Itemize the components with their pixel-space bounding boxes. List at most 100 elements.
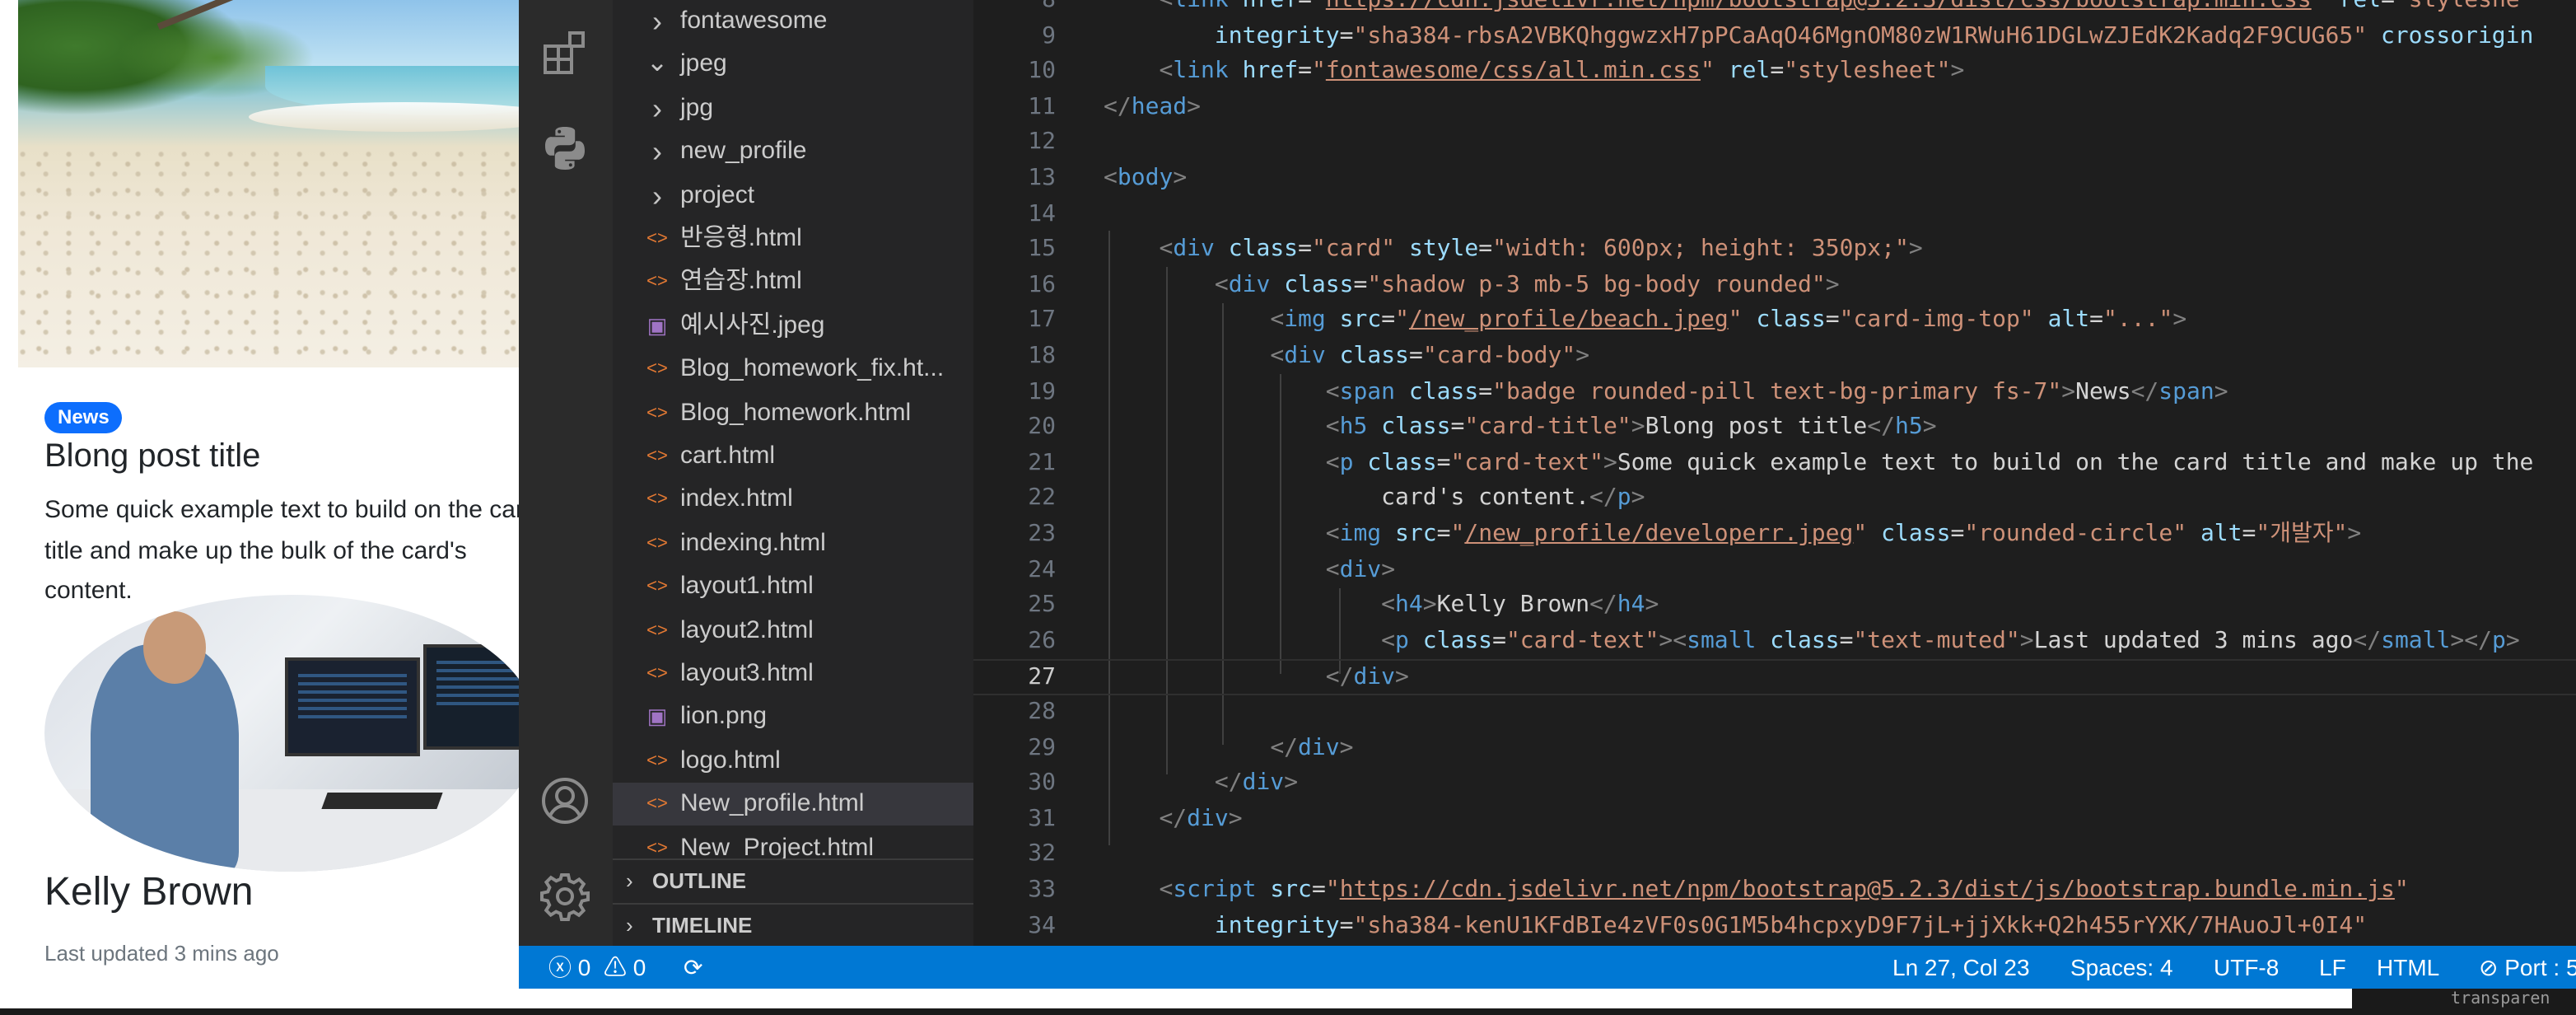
debug-icon[interactable]: ⟳ [684, 946, 702, 989]
line-number: 23 [1028, 521, 1056, 547]
line-number: 30 [1028, 769, 1056, 797]
line-number: 20 [1028, 414, 1056, 441]
html-file-icon: <> [646, 577, 668, 597]
file-item[interactable]: ⌄ jpeg [613, 44, 973, 87]
html-file-icon: <> [646, 794, 668, 815]
author-name: Kelly Brown [44, 870, 254, 914]
line-number: 28 [1028, 699, 1056, 725]
language-mode[interactable]: HTML [2377, 946, 2439, 989]
card-title: Blong post title [44, 438, 261, 475]
extensions-icon[interactable] [539, 26, 591, 79]
code-text: <p class="card-text"><small class="text-… [1381, 627, 2520, 654]
code-text: <div class="shadow p-3 mb-5 bg-body roun… [1214, 271, 1840, 298]
code-text: <span class="badge rounded-pill text-bg-… [1325, 378, 2228, 405]
line-number: 13 [1028, 165, 1056, 191]
python-icon[interactable] [539, 122, 591, 175]
line-number: 25 [1028, 592, 1056, 619]
code-text: </head> [1104, 93, 1202, 120]
file-label: project [680, 180, 755, 209]
code-text: card's content.</p> [1381, 484, 1645, 512]
timeline-section[interactable]: › TIMELINE [613, 903, 973, 947]
file-label: layout1.html [680, 572, 814, 601]
file-item[interactable]: › jpg [613, 87, 973, 130]
encoding-setting[interactable]: UTF-8 [2214, 946, 2279, 989]
code-line: 23 <img src="/new_profile/developerr.jpe… [973, 517, 2576, 553]
vscode-window: › fontawesome ⌄ jpeg › jpg › new_profile › projec… [519, 0, 2576, 989]
outline-section[interactable]: › OUTLINE [613, 858, 973, 903]
code-line: 33 <script src="https://cdn.jsdelivr.net… [973, 873, 2576, 909]
code-text: <div> [1325, 556, 1396, 583]
cursor-position[interactable]: Ln 27, Col 23 [1892, 946, 2030, 989]
code-text: </div> [1270, 734, 1354, 761]
chevron-right-icon: › [626, 913, 633, 938]
code-line: 26 <p class="card-text"><small class="te… [973, 624, 2576, 660]
chevron-right-icon: › [652, 91, 662, 125]
html-file-icon: <> [646, 620, 668, 641]
code-text: <link href="fontawesome/css/all.min.css"… [1159, 58, 1965, 85]
line-number: 22 [1028, 484, 1056, 512]
outline-label: OUTLINE [652, 868, 747, 893]
code-line: 9 integrity="sha384-rbsA2VBKQhggwzxH7pPC… [973, 19, 2576, 54]
port-label: Port : 5 [2504, 954, 2576, 980]
file-label: cart.html [680, 442, 776, 470]
file-item[interactable]: <> logo.html [613, 740, 973, 783]
code-line: 8 <link href="https://cdn.jsdelivr.net/n… [973, 0, 2576, 19]
code-text: <h5 class="card-title">Blong post title<… [1325, 414, 1937, 441]
problems-indicator[interactable]: ⓧ 0 ⚠ 0 [548, 946, 646, 989]
file-item[interactable]: <> layout1.html [613, 565, 973, 608]
warning-count: 0 [632, 954, 646, 980]
line-number: 15 [1028, 236, 1056, 263]
settings-gear-icon[interactable] [539, 870, 591, 923]
code-line: 25 <h4>Kelly Brown</h4> [973, 588, 2576, 624]
code-line: 16 <div class="shadow p-3 mb-5 bg-body r… [973, 269, 2576, 304]
eol-setting[interactable]: LF [2319, 946, 2346, 989]
live-server-port[interactable]: ⊘ Port : 5 [2479, 946, 2576, 989]
line-number: 32 [1028, 840, 1056, 868]
file-label: layout3.html [680, 659, 814, 687]
file-item[interactable]: <> layout3.html [613, 652, 973, 695]
line-number: 33 [1028, 877, 1056, 903]
html-file-icon: <> [646, 229, 668, 249]
code-line: 34 integrity="sha384-kenU1KFdBIe4zVF0s0G… [973, 909, 2576, 944]
file-item[interactable]: ▣ 예시사진.jpeg [613, 305, 973, 348]
file-label: index.html [680, 484, 793, 513]
file-label: 연습장.html [680, 267, 802, 296]
code-line: 19 <span class="badge rounded-pill text-… [973, 375, 2576, 410]
html-file-icon: <> [646, 403, 668, 423]
file-item[interactable]: › new_profile [613, 130, 973, 173]
code-line: 20 <h5 class="card-title">Blong post tit… [973, 410, 2576, 446]
file-item[interactable]: <> 연습장.html [613, 261, 973, 304]
file-item[interactable]: <> New_profile.html [613, 783, 973, 826]
code-text: <div class="card-body"> [1270, 343, 1590, 369]
code-line: 27 </div> [973, 659, 2576, 695]
file-label: indexing.html [680, 528, 826, 557]
file-item[interactable]: <> Blog_homework_fix.ht... [613, 348, 973, 391]
line-number: 26 [1028, 627, 1056, 654]
desktop-bar [0, 1008, 2576, 1015]
error-count: 0 [577, 954, 591, 980]
code-line: 24 <div> [973, 553, 2576, 588]
file-item[interactable]: › project [613, 174, 973, 217]
file-item[interactable]: <> index.html [613, 479, 973, 522]
indentation-setting[interactable]: Spaces: 4 [2070, 946, 2173, 989]
line-number: 10 [1028, 58, 1056, 85]
account-icon[interactable] [539, 774, 591, 827]
line-number: 14 [1028, 200, 1056, 227]
file-item[interactable]: <> indexing.html [613, 522, 973, 565]
html-file-icon: <> [646, 533, 668, 554]
file-item[interactable]: › fontawesome [613, 0, 973, 43]
code-line: 31 </div> [973, 802, 2576, 838]
file-item[interactable]: <> cart.html [613, 435, 973, 478]
file-item[interactable]: <> layout2.html [613, 609, 973, 652]
line-number: 8 [1042, 0, 1056, 13]
code-text: <div class="card" style="width: 600px; h… [1159, 236, 1923, 263]
code-line: 18 <div class="card-body"> [973, 339, 2576, 375]
code-editor[interactable]: 8 <link href="https://cdn.jsdelivr.net/n… [973, 0, 2576, 946]
file-item[interactable]: <> 반응형.html [613, 218, 973, 260]
file-item[interactable]: ▣ lion.png [613, 696, 973, 739]
browser-preview: News Blong post title Some quick example… [0, 0, 527, 1015]
beach-image [18, 0, 527, 367]
warning-icon: ⚠ [603, 954, 627, 980]
chevron-right-icon: › [652, 179, 662, 213]
file-item[interactable]: <> Blog_homework.html [613, 391, 973, 434]
